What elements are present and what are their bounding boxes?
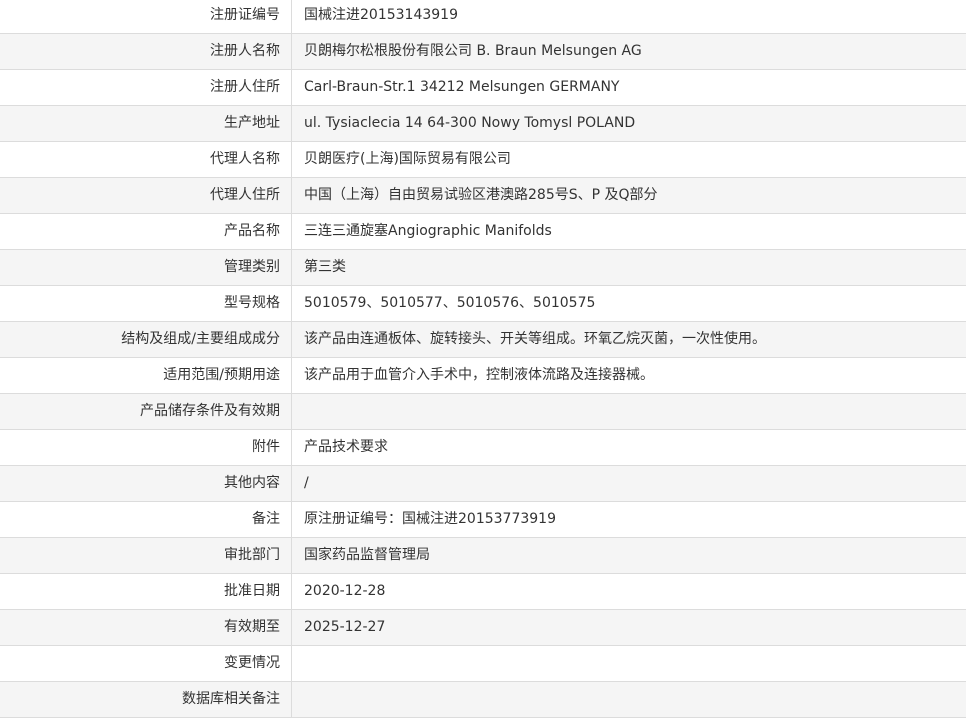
valid-until-value: 2025-12-27 [304,619,386,635]
row-management-category: 管理类别 第三类 [0,250,966,286]
intended-use-value: 该产品用于血管介入手术中，控制液体流路及连接器械。 [304,367,654,383]
change-status-value [292,646,966,681]
approval-department-value: 国家药品监督管理局 [304,547,430,563]
row-intended-use: 适用范围/预期用途 该产品用于血管介入手术中，控制液体流路及连接器械。 [0,358,966,394]
attachment-value: 产品技术要求 [304,439,388,455]
production-address-label: 生产地址 [0,106,292,141]
row-model-spec: 型号规格 5010579、5010577、5010576、5010575 [0,286,966,322]
registrant-address-label: 注册人住所 [0,70,292,105]
row-database-remarks: 数据库相关备注 [0,682,966,718]
management-category-value: 第三类 [304,259,346,275]
row-registrant-address: 注册人住所 Carl-Braun-Str.1 34212 Melsungen G… [0,70,966,106]
row-change-status: 变更情况 [0,646,966,682]
detail-table: 注册证编号 国械注进20153143919 注册人名称 贝朗梅尔松根股份有限公司… [0,0,966,718]
attachment-label: 附件 [0,430,292,465]
row-approval-date: 批准日期 2020-12-28 [0,574,966,610]
registration-number-label: 注册证编号 [0,0,292,33]
agent-address-label: 代理人住所 [0,178,292,213]
storage-validity-label: 产品储存条件及有效期 [0,394,292,429]
valid-until-label: 有效期至 [0,610,292,645]
row-storage-validity: 产品储存条件及有效期 [0,394,966,430]
agent-name-label: 代理人名称 [0,142,292,177]
row-attachment: 附件 产品技术要求 [0,430,966,466]
row-product-name: 产品名称 三连三通旋塞Angiographic Manifolds [0,214,966,250]
registration-number-value: 国械注进20153143919 [304,7,458,23]
approval-date-value: 2020-12-28 [304,583,386,599]
approval-department-label: 审批部门 [0,538,292,573]
change-status-label: 变更情况 [0,646,292,681]
remarks-value: 原注册证编号：国械注进20153773919 [304,511,556,527]
registrant-name-value: 贝朗梅尔松根股份有限公司 B. Braun Melsungen AG [304,43,642,59]
registrant-name-label: 注册人名称 [0,34,292,69]
agent-address-value: 中国（上海）自由贸易试验区港澳路285号S、P 及Q部分 [304,187,658,203]
database-remarks-value [292,682,966,717]
agent-name-value: 贝朗医疗(上海)国际贸易有限公司 [304,151,511,167]
other-content-value: / [304,475,309,491]
row-approval-department: 审批部门 国家药品监督管理局 [0,538,966,574]
registrant-address-value: Carl-Braun-Str.1 34212 Melsungen GERMANY [304,79,620,95]
structure-composition-value: 该产品由连通板体、旋转接头、开关等组成。环氧乙烷灭菌，一次性使用。 [304,331,766,347]
other-content-label: 其他内容 [0,466,292,501]
remarks-label: 备注 [0,502,292,537]
row-registration-number: 注册证编号 国械注进20153143919 [0,0,966,34]
database-remarks-label: 数据库相关备注 [0,682,292,717]
model-spec-value: 5010579、5010577、5010576、5010575 [304,295,596,311]
storage-validity-value [292,394,966,429]
structure-composition-label: 结构及组成/主要组成成分 [0,322,292,357]
row-valid-until: 有效期至 2025-12-27 [0,610,966,646]
model-spec-label: 型号规格 [0,286,292,321]
row-registrant-name: 注册人名称 贝朗梅尔松根股份有限公司 B. Braun Melsungen AG [0,34,966,70]
intended-use-label: 适用范围/预期用途 [0,358,292,393]
row-production-address: 生产地址 ul. Tysiaclecia 14 64-300 Nowy Tomy… [0,106,966,142]
management-category-label: 管理类别 [0,250,292,285]
approval-date-label: 批准日期 [0,574,292,609]
row-agent-name: 代理人名称 贝朗医疗(上海)国际贸易有限公司 [0,142,966,178]
row-remarks: 备注 原注册证编号：国械注进20153773919 [0,502,966,538]
product-name-label: 产品名称 [0,214,292,249]
row-agent-address: 代理人住所 中国（上海）自由贸易试验区港澳路285号S、P 及Q部分 [0,178,966,214]
row-other-content: 其他内容 / [0,466,966,502]
production-address-value: ul. Tysiaclecia 14 64-300 Nowy Tomysl PO… [304,115,636,131]
row-structure-composition: 结构及组成/主要组成成分 该产品由连通板体、旋转接头、开关等组成。环氧乙烷灭菌，… [0,322,966,358]
product-name-value: 三连三通旋塞Angiographic Manifolds [304,223,552,239]
